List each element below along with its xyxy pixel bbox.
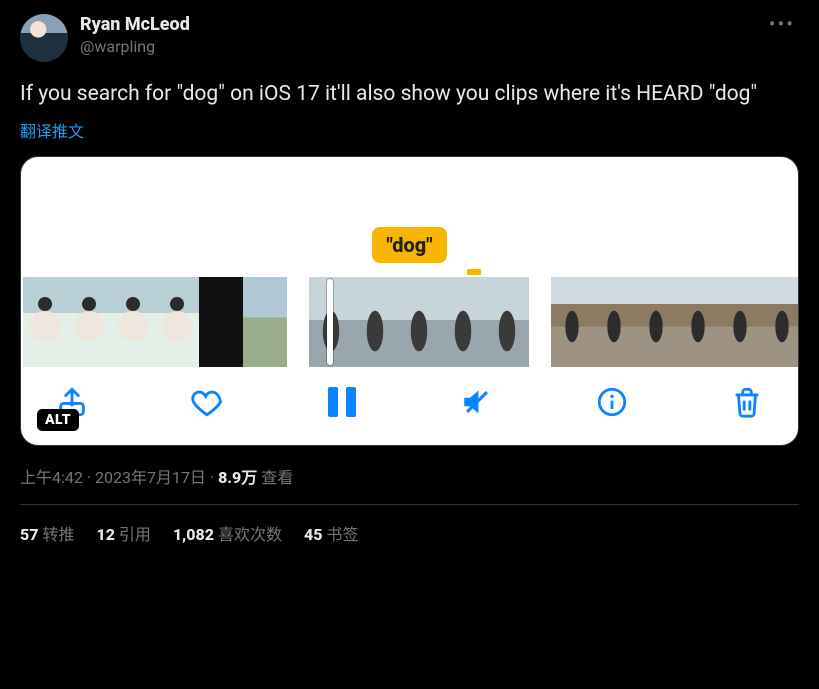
media-inner: "dog" xyxy=(21,157,798,445)
thumbnail xyxy=(243,277,287,367)
thumbnail xyxy=(155,277,199,367)
search-tag-wrap: "dog" xyxy=(21,227,798,263)
media-toolbar xyxy=(21,367,798,423)
tweet-header: Ryan McLeod @warpling ••• xyxy=(20,14,799,62)
tweet: Ryan McLeod @warpling ••• If you search … xyxy=(0,0,819,545)
avatar[interactable] xyxy=(20,14,68,62)
thumbnail xyxy=(761,277,798,367)
tweet-stats: 57转推 12引用 1,082喜欢次数 45书签 xyxy=(20,521,799,545)
thumbnail xyxy=(111,277,155,367)
tweet-text: If you search for "dog" on iOS 17 it'll … xyxy=(20,80,799,108)
thumbnail xyxy=(551,277,593,367)
playhead[interactable] xyxy=(327,279,333,365)
thumbnail xyxy=(67,277,111,367)
alt-badge[interactable]: ALT xyxy=(37,409,79,431)
meta-date[interactable]: 2023年7月17日 xyxy=(95,468,206,487)
handle: @warpling xyxy=(80,37,190,57)
clip-3[interactable] xyxy=(551,277,798,367)
views-count: 8.9万 xyxy=(218,468,257,487)
meta-time[interactable]: 上午4:42 xyxy=(20,468,83,487)
thumbnail xyxy=(593,277,635,367)
bookmarks-stat[interactable]: 45书签 xyxy=(304,521,358,545)
mute-icon[interactable] xyxy=(456,381,498,423)
views-label: 查看 xyxy=(257,468,293,487)
search-tag: "dog" xyxy=(372,227,446,263)
quotes-stat[interactable]: 12引用 xyxy=(96,521,150,545)
divider xyxy=(20,504,799,505)
scrubber-mark xyxy=(467,269,481,275)
display-name: Ryan McLeod xyxy=(80,14,190,37)
media-card[interactable]: "dog" xyxy=(20,156,799,446)
thumbnail xyxy=(23,277,67,367)
thumbnail xyxy=(397,277,441,367)
thumbnail xyxy=(441,277,485,367)
thumbnail xyxy=(353,277,397,367)
thumbnail xyxy=(719,277,761,367)
more-icon[interactable]: ••• xyxy=(769,12,795,36)
clip-1[interactable] xyxy=(23,277,287,367)
likes-stat[interactable]: 1,082喜欢次数 xyxy=(173,521,282,545)
clip-2[interactable] xyxy=(309,277,529,367)
thumbnail xyxy=(199,277,243,367)
heart-icon[interactable] xyxy=(186,381,228,423)
tweet-meta: 上午4:42 · 2023年7月17日 · 8.9万 查看 xyxy=(20,464,799,488)
thumbnail xyxy=(635,277,677,367)
retweets-stat[interactable]: 57转推 xyxy=(20,521,74,545)
thumbnail xyxy=(677,277,719,367)
filmstrip[interactable] xyxy=(21,277,798,367)
pause-icon[interactable] xyxy=(321,381,363,423)
translate-link[interactable]: 翻译推文 xyxy=(20,118,84,142)
trash-icon[interactable] xyxy=(726,381,768,423)
info-icon[interactable] xyxy=(591,381,633,423)
author-block[interactable]: Ryan McLeod @warpling xyxy=(80,14,190,57)
thumbnail xyxy=(485,277,529,367)
